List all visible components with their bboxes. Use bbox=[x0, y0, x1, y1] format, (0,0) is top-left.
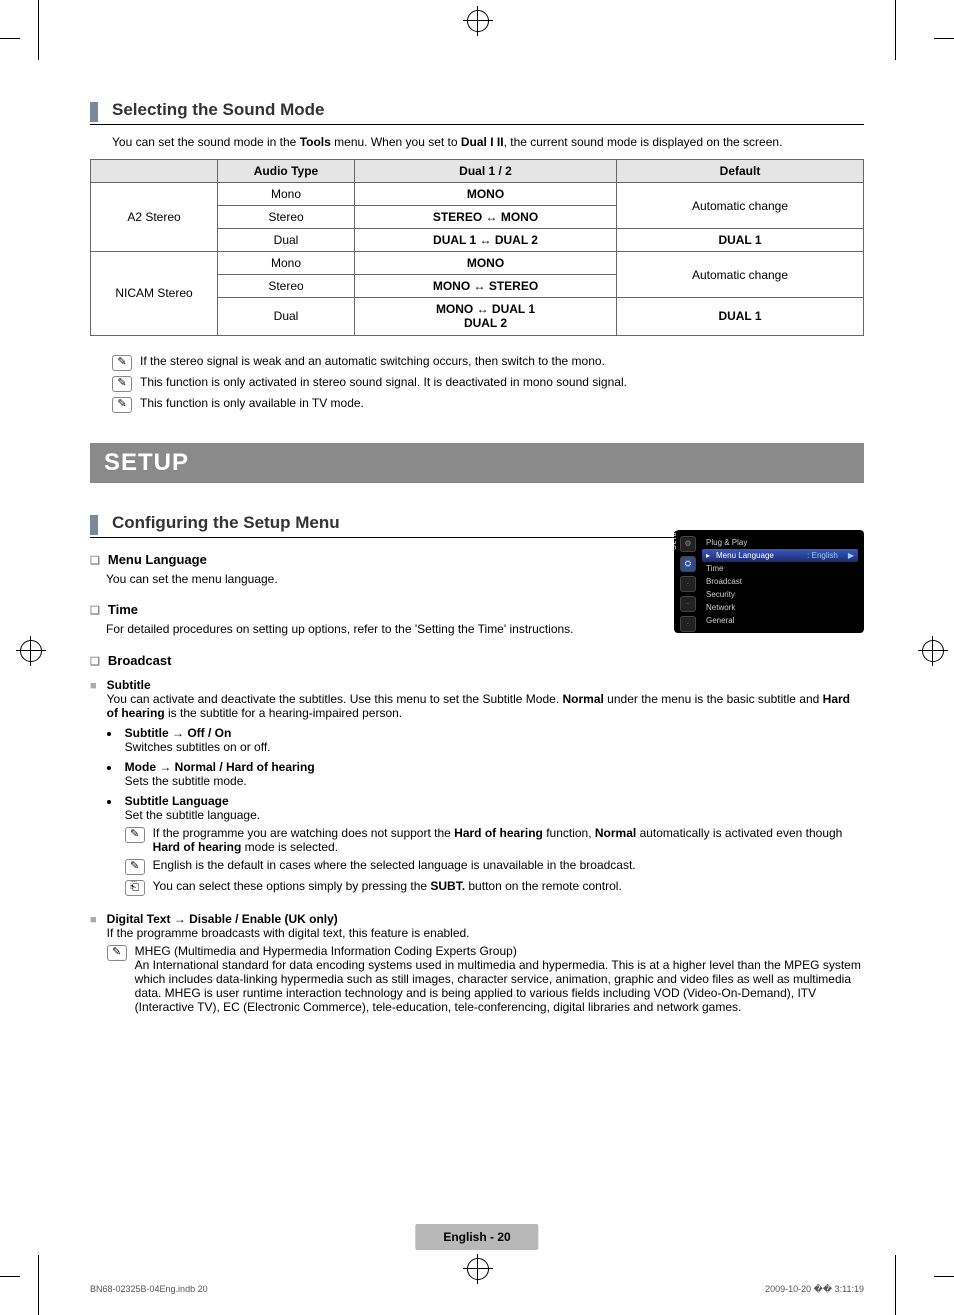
tv-menu-item: Time bbox=[702, 562, 858, 575]
tv-menu-icon: · bbox=[680, 596, 696, 612]
table-cell: DUAL 1 ↔ DUAL 2 bbox=[355, 229, 617, 252]
tv-menu-item: Security bbox=[702, 588, 858, 601]
table-cell: NICAM Stereo bbox=[91, 252, 218, 336]
tv-menu-item-selected: ▸ Menu Language : English ▶ bbox=[702, 549, 858, 562]
crop-mark bbox=[895, 0, 896, 60]
list-item: Subtitle Language Set the subtitle langu… bbox=[121, 794, 864, 896]
table-header bbox=[91, 160, 218, 183]
note-text: MHEG (Multimedia and Hypermedia Informat… bbox=[135, 944, 864, 1014]
tv-setup-menu-screenshot: Setup ⚙ ⛭ · · · Plug & Play ▸ Menu Langu… bbox=[674, 530, 864, 633]
table-cell: STEREO ↔ MONO bbox=[355, 206, 617, 229]
table-cell: A2 Stereo bbox=[91, 183, 218, 252]
sound-intro: You can set the sound mode in the Tools … bbox=[112, 135, 864, 149]
note-text: English is the default in cases where th… bbox=[153, 858, 636, 875]
tv-menu-item: Network bbox=[702, 601, 858, 614]
tv-menu-icon: · bbox=[680, 616, 696, 632]
note-icon: ✎ bbox=[112, 376, 132, 392]
square-bullet-icon: ❏ bbox=[90, 554, 100, 567]
tv-menu-icon: ⛭ bbox=[680, 556, 696, 572]
crop-mark bbox=[0, 38, 20, 39]
table-cell: Dual bbox=[218, 229, 355, 252]
table-cell: DUAL 1 bbox=[617, 298, 864, 336]
note-icon: ✎ bbox=[125, 859, 145, 875]
square-bullet-icon: ❏ bbox=[90, 604, 100, 617]
page-footer-label: English - 20 bbox=[415, 1224, 538, 1250]
table-cell: Stereo bbox=[218, 275, 355, 298]
registration-mark-icon bbox=[922, 640, 944, 662]
note-text: If the stereo signal is weak and an auto… bbox=[140, 354, 605, 371]
note-text: This function is only activated in stere… bbox=[140, 375, 627, 392]
footer-meta: BN68-02325B-04Eng.indb 20 2009-10-20 �� … bbox=[90, 1284, 864, 1295]
note-icon: ✎ bbox=[107, 945, 127, 961]
subtitle-body: You can activate and deactivate the subt… bbox=[107, 692, 864, 720]
table-cell: MONO bbox=[355, 252, 617, 275]
note-text: If the programme you are watching does n… bbox=[153, 826, 864, 854]
table-cell: Automatic change bbox=[617, 183, 864, 229]
tv-menu-item: Plug & Play bbox=[702, 536, 858, 549]
tv-menu-icon: · bbox=[680, 576, 696, 592]
tv-menu-side-label: Setup bbox=[671, 527, 678, 550]
tv-menu-icon: ⚙ bbox=[680, 536, 696, 552]
setup-section-bar: SETUP bbox=[90, 443, 864, 483]
note-text: You can select these options simply by p… bbox=[153, 879, 622, 896]
registration-mark-icon bbox=[467, 10, 489, 32]
subsub-subtitle: ■ Subtitle You can activate and deactiva… bbox=[90, 678, 864, 902]
tv-menu-item: Broadcast bbox=[702, 575, 858, 588]
table-cell: Mono bbox=[218, 252, 355, 275]
table-cell: Dual bbox=[218, 298, 355, 336]
section-title: Configuring the Setup Menu bbox=[112, 513, 340, 537]
note-icon: ✎ bbox=[112, 397, 132, 413]
subtitle-heading: Subtitle bbox=[107, 678, 864, 692]
sound-notes: ✎ If the stereo signal is weak and an aut… bbox=[112, 354, 864, 413]
note-icon: ✎ bbox=[125, 827, 145, 843]
crop-mark bbox=[38, 0, 39, 60]
chevron-right-icon: ▶ bbox=[848, 551, 854, 560]
registration-mark-icon bbox=[467, 1258, 489, 1280]
section-title: Selecting the Sound Mode bbox=[112, 100, 325, 124]
section-heading-sound: Selecting the Sound Mode bbox=[90, 100, 864, 125]
crop-mark bbox=[38, 1255, 39, 1315]
table-cell: MONO ↔ STEREO bbox=[355, 275, 617, 298]
crop-mark bbox=[895, 1255, 896, 1315]
heading-bar-icon bbox=[90, 102, 98, 122]
table-cell: Stereo bbox=[218, 206, 355, 229]
box-bullet-icon: ■ bbox=[90, 914, 97, 1018]
crop-mark bbox=[0, 1276, 20, 1277]
subheading-broadcast: ❏ Broadcast bbox=[90, 653, 864, 668]
box-bullet-icon: ■ bbox=[90, 680, 97, 902]
subsub-digital-text: ■ Digital Text → Disable / Enable (UK on… bbox=[90, 912, 864, 1018]
table-cell: DUAL 1 bbox=[617, 229, 864, 252]
sound-mode-table: Audio Type Dual 1 / 2 Default A2 Stereo … bbox=[90, 159, 864, 336]
digital-text-heading: Digital Text → Disable / Enable (UK only… bbox=[107, 912, 864, 926]
footer-timestamp: 2009-10-20 �� 3:11:19 bbox=[765, 1284, 864, 1295]
digital-text-body: If the programme broadcasts with digital… bbox=[107, 926, 864, 940]
note-icon: ✎ bbox=[112, 355, 132, 371]
remote-icon: ⎗ bbox=[125, 880, 145, 896]
table-cell: MONO ↔ DUAL 1 DUAL 2 bbox=[355, 298, 617, 336]
crop-mark bbox=[934, 1276, 954, 1277]
tv-menu-item: General bbox=[702, 614, 858, 627]
table-header: Audio Type bbox=[218, 160, 355, 183]
table-cell: Automatic change bbox=[617, 252, 864, 298]
table-header: Dual 1 / 2 bbox=[355, 160, 617, 183]
list-item: Mode → Normal / Hard of hearing Sets the… bbox=[121, 760, 864, 788]
square-bullet-icon: ❏ bbox=[90, 655, 100, 668]
registration-mark-icon bbox=[20, 640, 42, 662]
table-cell: MONO bbox=[355, 183, 617, 206]
heading-bar-icon bbox=[90, 515, 98, 535]
footer-file: BN68-02325B-04Eng.indb 20 bbox=[90, 1284, 208, 1295]
table-cell: Mono bbox=[218, 183, 355, 206]
table-header: Default bbox=[617, 160, 864, 183]
crop-mark bbox=[934, 38, 954, 39]
note-text: This function is only available in TV mo… bbox=[140, 396, 364, 413]
list-item: Subtitle → Off / On Switches subtitles o… bbox=[121, 726, 864, 754]
